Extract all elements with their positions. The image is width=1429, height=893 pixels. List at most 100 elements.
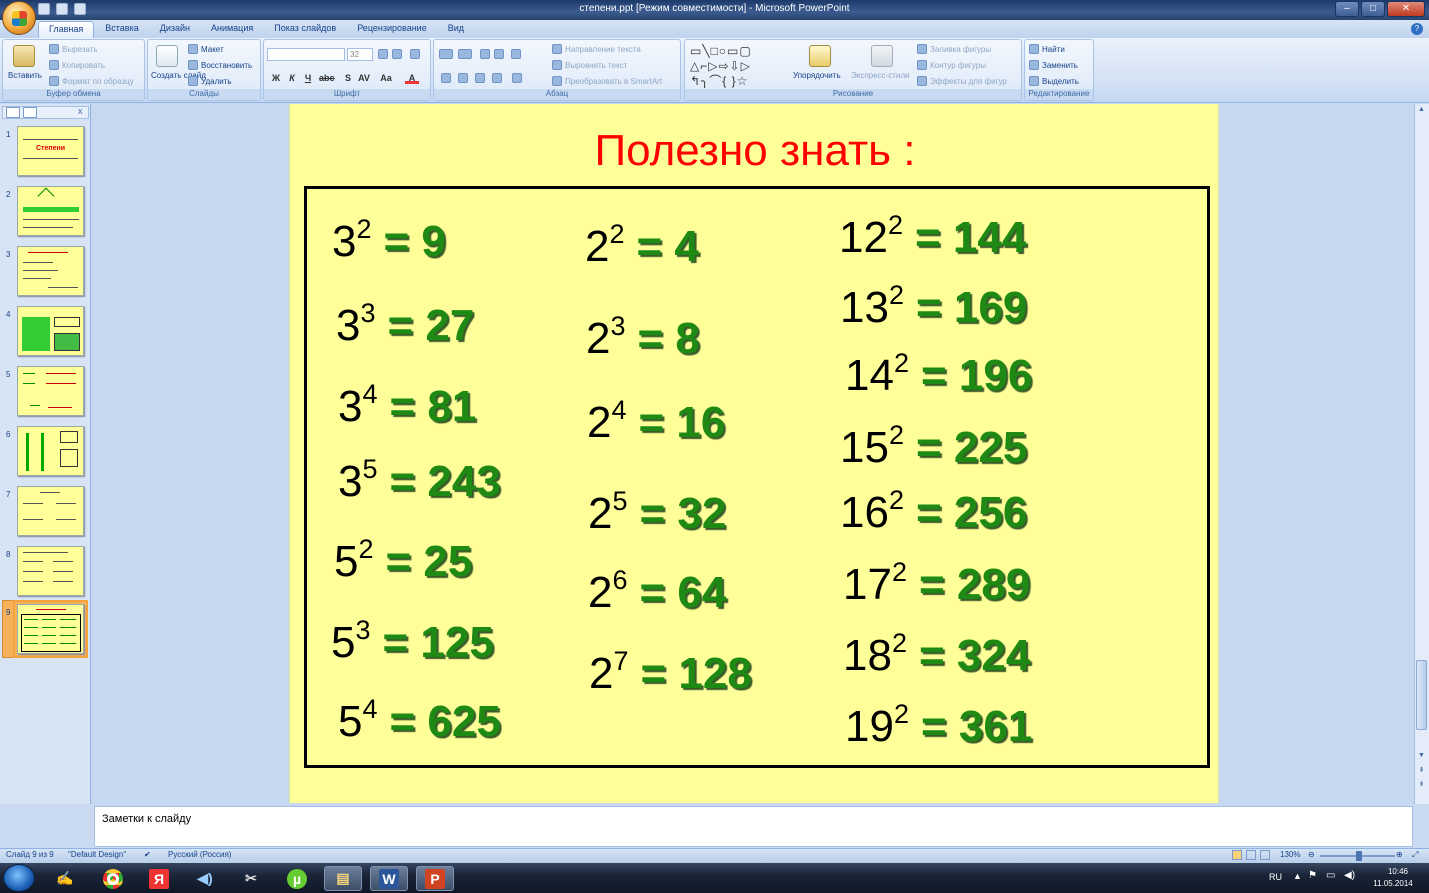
shapes-gallery-icon[interactable]: ▭╲□○▭▢ △⌐▷⇨⇩▷ ↰╮⌒{ }☆ bbox=[690, 44, 788, 88]
columns-icon[interactable] bbox=[512, 73, 522, 83]
paint-icon[interactable]: ✂ bbox=[232, 866, 270, 891]
yandex-icon[interactable]: Я bbox=[140, 866, 178, 891]
notes-pane[interactable]: Заметки к слайду bbox=[94, 806, 1413, 847]
clock-time[interactable]: 10:46 bbox=[1378, 867, 1418, 876]
slides-tab-icon[interactable] bbox=[6, 107, 20, 118]
tab-design[interactable]: Дизайн bbox=[150, 21, 200, 38]
justify-icon[interactable] bbox=[492, 73, 502, 83]
layout-button[interactable]: Макет bbox=[201, 45, 224, 54]
smartart-button[interactable]: Преобразовать в SmartArt bbox=[565, 77, 662, 86]
slide-title[interactable]: Полезно знать : bbox=[290, 126, 1220, 176]
font-color-icon[interactable]: A bbox=[405, 72, 419, 84]
shrink-font-icon[interactable] bbox=[392, 49, 402, 59]
word-icon[interactable]: W bbox=[370, 866, 408, 891]
delete-button[interactable]: Удалить bbox=[201, 77, 232, 86]
sorter-view-icon[interactable] bbox=[1246, 850, 1256, 860]
slide-thumb-4[interactable] bbox=[17, 306, 84, 356]
scrollbar-thumb[interactable] bbox=[1416, 660, 1427, 730]
shadow-icon[interactable]: S bbox=[341, 72, 355, 84]
text-direction-button[interactable]: Направление текста bbox=[565, 45, 641, 54]
acrobat-icon[interactable]: ✍ bbox=[46, 866, 84, 891]
shape-outline-button[interactable]: Контур фигуры bbox=[930, 61, 986, 70]
tab-review[interactable]: Рецензирование bbox=[347, 21, 437, 38]
zoom-level[interactable]: 130% bbox=[1280, 850, 1300, 859]
flag-icon[interactable]: ⚑ bbox=[1308, 870, 1317, 881]
slide-canvas[interactable]: Полезно знать : 32 = 9 33 = 27 34 = 81 35 = … bbox=[289, 104, 1219, 803]
next-slide-icon[interactable]: ⇟ bbox=[1416, 780, 1427, 790]
slideshow-view-icon[interactable] bbox=[1260, 850, 1270, 860]
close-button[interactable]: ✕ bbox=[1387, 1, 1425, 17]
select-button[interactable]: Выделить bbox=[1042, 77, 1079, 86]
normal-view-icon[interactable] bbox=[1232, 850, 1242, 860]
tab-home[interactable]: Главная bbox=[38, 21, 95, 38]
paste-button[interactable]: Вставить bbox=[8, 71, 42, 80]
shape-effects-button[interactable]: Эффекты для фигур bbox=[930, 77, 1007, 86]
minimize-button[interactable]: – bbox=[1335, 1, 1359, 17]
fit-window-icon[interactable]: ⤢ bbox=[1412, 850, 1418, 860]
slide-thumb-1[interactable]: Степени bbox=[17, 126, 84, 176]
line-spacing-icon[interactable] bbox=[511, 49, 521, 59]
scroll-down-icon[interactable]: ▼ bbox=[1416, 752, 1427, 762]
zoom-in-icon[interactable]: ⊕ bbox=[1396, 850, 1403, 859]
spellcheck-icon[interactable]: ✔ bbox=[144, 850, 151, 859]
reset-button[interactable]: Восстановить bbox=[201, 61, 252, 70]
office-button[interactable] bbox=[2, 1, 36, 35]
help-icon[interactable]: ? bbox=[1411, 23, 1423, 35]
find-button[interactable]: Найти bbox=[1042, 45, 1065, 54]
keyboard-language[interactable]: RU bbox=[1269, 872, 1282, 882]
scroll-up-icon[interactable]: ▲ bbox=[1416, 106, 1427, 116]
numbering-icon[interactable] bbox=[458, 49, 472, 59]
format-painter-button[interactable]: Формат по образцу bbox=[62, 77, 134, 86]
slide-thumb-3[interactable] bbox=[17, 246, 84, 296]
slide-thumb-8[interactable] bbox=[17, 546, 84, 596]
pane-close-icon[interactable]: x bbox=[78, 106, 83, 116]
italic-icon[interactable]: К bbox=[285, 72, 299, 84]
prev-slide-icon[interactable]: ⇞ bbox=[1416, 766, 1427, 776]
quick-styles-button[interactable]: Экспресс-стили bbox=[851, 71, 910, 80]
clear-format-icon[interactable] bbox=[410, 49, 420, 59]
slide-thumb-9[interactable] bbox=[13, 600, 88, 658]
tab-view[interactable]: Вид bbox=[438, 21, 474, 38]
clock-date[interactable]: 11.05.2014 bbox=[1368, 879, 1418, 888]
zoom-out-icon[interactable]: ⊖ bbox=[1308, 850, 1315, 859]
bullets-icon[interactable] bbox=[439, 49, 453, 59]
align-right-icon[interactable] bbox=[475, 73, 485, 83]
maximize-button[interactable]: □ bbox=[1361, 1, 1385, 17]
volume-icon[interactable]: ◀) bbox=[1344, 870, 1355, 881]
align-text-button[interactable]: Выровнять текст bbox=[565, 61, 627, 70]
slide-thumb-5[interactable] bbox=[17, 366, 84, 416]
tray-expand-icon[interactable]: ▲ bbox=[1293, 871, 1302, 881]
start-button[interactable] bbox=[3, 864, 35, 892]
slide-thumb-2[interactable] bbox=[17, 186, 84, 236]
case-icon[interactable]: Aa bbox=[379, 72, 393, 84]
underline-icon[interactable]: Ч bbox=[301, 72, 315, 84]
spacing-icon[interactable]: AV bbox=[357, 72, 371, 84]
media-icon[interactable]: ◀) bbox=[186, 866, 224, 891]
slide-thumb-6[interactable] bbox=[17, 426, 84, 476]
font-size-input[interactable]: 32 bbox=[347, 48, 373, 61]
network-icon[interactable]: ▭ bbox=[1326, 870, 1335, 881]
tab-animation[interactable]: Анимация bbox=[201, 21, 263, 38]
outline-tab-icon[interactable] bbox=[23, 107, 37, 118]
decrease-indent-icon[interactable] bbox=[480, 49, 490, 59]
tab-slideshow[interactable]: Показ слайдов bbox=[264, 21, 346, 38]
copy-button[interactable]: Копировать bbox=[62, 61, 105, 70]
shape-fill-button[interactable]: Заливка фигуры bbox=[930, 45, 991, 54]
powerpoint-icon[interactable]: P bbox=[416, 866, 454, 891]
zoom-slider-thumb[interactable] bbox=[1356, 851, 1362, 861]
increase-indent-icon[interactable] bbox=[494, 49, 504, 59]
explorer-icon[interactable]: ▤ bbox=[324, 866, 362, 891]
tab-insert[interactable]: Вставка bbox=[95, 21, 148, 38]
arrange-button[interactable]: Упорядочить bbox=[793, 71, 841, 80]
chrome-icon[interactable] bbox=[94, 866, 132, 891]
slide-thumb-7[interactable] bbox=[17, 486, 84, 536]
replace-button[interactable]: Заменить bbox=[1042, 61, 1078, 70]
bold-icon[interactable]: Ж bbox=[269, 72, 283, 84]
utorrent-icon[interactable]: µ bbox=[278, 866, 316, 891]
language-status[interactable]: Русский (Россия) bbox=[168, 850, 231, 859]
align-center-icon[interactable] bbox=[458, 73, 468, 83]
cut-button[interactable]: Вырезать bbox=[62, 45, 98, 54]
align-left-icon[interactable] bbox=[441, 73, 451, 83]
strikethrough-icon[interactable]: abc bbox=[319, 72, 335, 84]
grow-font-icon[interactable] bbox=[378, 49, 388, 59]
